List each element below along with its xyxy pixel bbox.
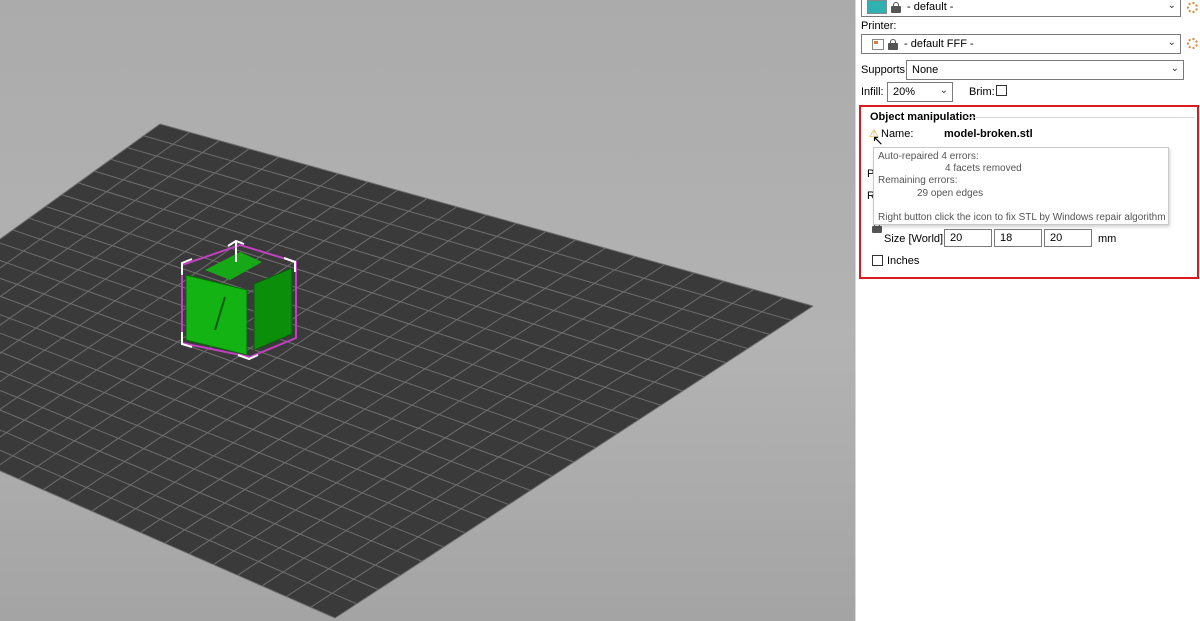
- brim-label: Brim:: [969, 86, 995, 98]
- supports-value: None: [912, 64, 939, 76]
- printer-label: Printer:: [861, 20, 897, 32]
- settings-gear-icon[interactable]: [1187, 38, 1198, 49]
- size-unit: mm: [1098, 233, 1117, 245]
- inches-label: Inches: [887, 255, 920, 267]
- printer-combo[interactable]: - default FFF - ⌄: [861, 34, 1181, 54]
- supports-label: Supports:: [861, 64, 909, 76]
- infill-value: 20%: [893, 86, 916, 98]
- infill-combo[interactable]: 20% ⌄: [887, 82, 953, 102]
- supports-combo[interactable]: None ⌄: [906, 60, 1184, 80]
- tooltip-line: Remaining errors:: [878, 175, 958, 186]
- infill-label: Infill:: [861, 86, 884, 98]
- name-label: Name:: [881, 128, 914, 140]
- printer-icon: [872, 38, 884, 50]
- size-z-field[interactable]: 20: [1044, 229, 1092, 247]
- mouse-cursor-icon: ↖: [872, 132, 884, 148]
- settings-panel: - default - ⌄ Printer: - default FFF - ⌄…: [855, 0, 1200, 621]
- build-plate: [0, 124, 813, 618]
- name-value: model-broken.stl: [944, 128, 1033, 140]
- build-plate-scene[interactable]: [0, 0, 855, 621]
- inches-checkbox[interactable]: [872, 255, 883, 266]
- 3d-viewport[interactable]: [0, 0, 855, 621]
- error-tooltip: Auto-repaired 4 errors: 4 facets removed…: [873, 147, 1169, 225]
- filament-color-swatch: [867, 0, 887, 14]
- filament-combo[interactable]: - default - ⌄: [861, 0, 1181, 17]
- chevron-down-icon: ⌄: [1170, 63, 1179, 74]
- settings-gear-icon[interactable]: [1187, 2, 1198, 13]
- filament-value: - default -: [907, 1, 954, 13]
- tooltip-line: Auto-repaired 4 errors:: [878, 151, 979, 162]
- tooltip-line: Right button click the icon to fix STL b…: [878, 212, 1166, 223]
- size-label: Size [World]:: [884, 233, 947, 245]
- group-divider: [966, 117, 1194, 118]
- lock-icon: [888, 38, 898, 50]
- lock-icon: [891, 1, 901, 13]
- chevron-down-icon: ⌄: [1167, 0, 1176, 11]
- printer-value: - default FFF -: [904, 38, 974, 50]
- size-x-field[interactable]: 20: [944, 229, 992, 247]
- brim-checkbox[interactable]: [996, 85, 1007, 96]
- tooltip-line: 4 facets removed: [945, 163, 1022, 174]
- chevron-down-icon: ⌄: [1167, 37, 1176, 48]
- size-y-field[interactable]: 18: [994, 229, 1042, 247]
- object-manipulation-title: Object manipulation: [870, 111, 976, 123]
- tooltip-line: 29 open edges: [917, 188, 984, 199]
- chevron-down-icon: ⌄: [939, 85, 948, 96]
